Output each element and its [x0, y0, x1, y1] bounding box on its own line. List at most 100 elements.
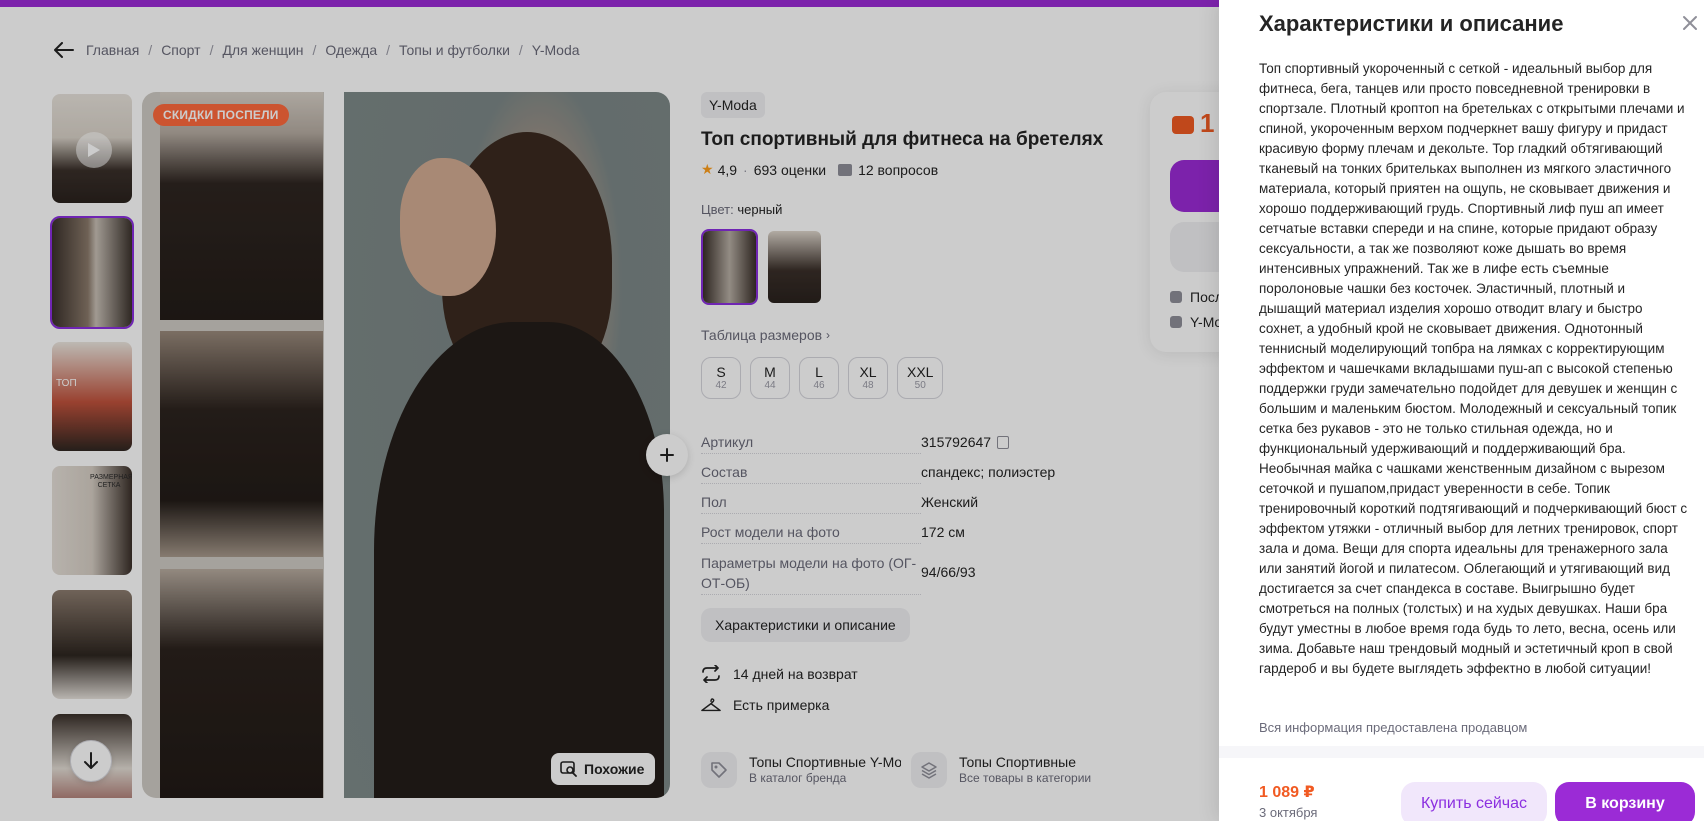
related-links: Топы Спортивные Y-Moda В каталог бренда …: [701, 752, 1121, 788]
similar-button[interactable]: Похожие: [551, 753, 656, 785]
collage-photo-side: [160, 569, 323, 798]
store-icon: [1170, 316, 1182, 328]
color-swatch-selected[interactable]: [701, 229, 758, 305]
description-button[interactable]: Характеристики и описание: [701, 608, 910, 642]
swatch-image: [703, 231, 756, 303]
brand-catalog-title: Топы Спортивные Y-Moda: [749, 754, 901, 770]
brand-catalog-card[interactable]: Топы Спортивные Y-Moda В каталог бренда: [701, 752, 911, 788]
return-icon: [701, 664, 721, 684]
color-swatch[interactable]: [766, 229, 823, 305]
seller-note: Вся информация предоставлена продавцом: [1259, 720, 1528, 735]
product-title: Топ спортивный для фитнеса на бретелях: [701, 129, 1104, 150]
rating-separator: ·: [743, 161, 748, 178]
breadcrumb-brand[interactable]: Y-Moda: [532, 42, 580, 58]
feature-fitting-text: Есть примерка: [733, 697, 830, 713]
breadcrumb-tops[interactable]: Топы и футболки: [399, 42, 510, 58]
category-title: Топы Спортивные: [959, 754, 1076, 770]
drawer-divider: [1219, 746, 1704, 758]
breadcrumb-separator: /: [386, 42, 391, 58]
brand-chip[interactable]: Y-Moda: [701, 92, 765, 118]
breadcrumb-clothing[interactable]: Одежда: [325, 42, 377, 58]
chevron-right-icon: ›: [826, 328, 831, 342]
wallet-icon: [1172, 116, 1194, 134]
breadcrumb: Главная / Спорт / Для женщин / Одежда / …: [52, 38, 580, 62]
thumbnail-image: [52, 218, 132, 327]
color-label-key: Цвет:: [701, 202, 734, 217]
category-card[interactable]: Топы Спортивные Все товары в категории: [911, 752, 1121, 788]
thumbnail-video[interactable]: [50, 92, 134, 205]
feature-return-text: 14 дней на возврат: [733, 666, 858, 682]
spec-value: 172 см: [921, 524, 965, 540]
breadcrumb-sport[interactable]: Спорт: [161, 42, 200, 58]
spec-label: Артикул: [701, 433, 921, 454]
size-table-link[interactable]: Таблица размеров ›: [701, 327, 1121, 343]
arrow-left-icon[interactable]: [52, 38, 76, 62]
size-option-m[interactable]: M 44: [750, 357, 790, 399]
sale-badge: СКИДКИ ПОСПЕЛИ: [153, 104, 289, 126]
description-drawer: Характеристики и описание Топ спортивный…: [1219, 0, 1704, 821]
layers-icon: [911, 752, 947, 788]
thumbnail-image: [52, 342, 132, 451]
photo-model-face: [400, 158, 496, 296]
spec-value: 315792647: [921, 433, 1010, 452]
breadcrumb-separator: /: [209, 42, 214, 58]
rating-row: ★ 4,9 · 693 оценки 12 вопросов: [701, 161, 1121, 178]
tag-icon: [701, 752, 737, 788]
drawer-footer: 1 089 ₽ 3 октября Купить сейчас В корзин…: [1219, 758, 1704, 821]
brand-catalog-text: Топы Спортивные Y-Moda В каталог бренда: [749, 754, 901, 786]
size-option-xl[interactable]: XL 48: [848, 357, 888, 399]
thumbnail-caption: ТОП: [56, 378, 77, 389]
size-table-label: Таблица размеров: [701, 327, 823, 343]
spec-label: Пол: [701, 493, 921, 514]
size-name: XL: [859, 364, 877, 380]
plus-icon: [660, 448, 674, 462]
breadcrumb-home[interactable]: Главная: [86, 42, 139, 58]
breadcrumb-separator: /: [312, 42, 317, 58]
size-code: 50: [914, 380, 926, 391]
hanger-icon: [701, 695, 721, 715]
star-icon: ★: [701, 161, 714, 177]
thumbnail[interactable]: РАЗМЕРНАЯ СЕТКА: [50, 464, 134, 577]
spec-label: Рост модели на фото: [701, 523, 921, 544]
spec-composition: Состав спандекс; полиэстер: [701, 463, 1121, 484]
spec-model-height: Рост модели на фото 172 см: [701, 523, 1121, 544]
delivery-date: 3 октября: [1259, 805, 1318, 820]
price-card-line-text: Y-Mo: [1190, 314, 1223, 330]
spec-value: Женский: [921, 494, 979, 510]
close-icon[interactable]: [1679, 12, 1701, 34]
search-image-icon: [560, 761, 578, 777]
product-gallery[interactable]: СКИДКИ ПОСПЕЛИ Похожие: [142, 92, 670, 798]
photo-model-top: [374, 322, 664, 798]
feature-fitting: Есть примерка: [701, 695, 1121, 715]
size-code: 44: [764, 380, 776, 391]
buy-now-button[interactable]: Купить сейчас: [1401, 782, 1547, 821]
reviews-link[interactable]: 693 оценки: [754, 162, 826, 178]
size-option-l[interactable]: L 46: [799, 357, 839, 399]
spec-gender: Пол Женский: [701, 493, 1121, 514]
product-page: Главная / Спорт / Для женщин / Одежда / …: [0, 0, 1704, 821]
gallery-next-button[interactable]: [646, 434, 688, 476]
thumbnail-strip: ТОП РАЗМЕРНАЯ СЕТКА: [50, 92, 134, 798]
swatch-image: [768, 231, 821, 303]
spec-article: Артикул 315792647: [701, 433, 1121, 454]
collage-photo-front: [160, 92, 323, 320]
size-option-xxl[interactable]: XXL 50: [897, 357, 944, 399]
questions-link[interactable]: 12 вопросов: [858, 162, 938, 178]
thumbnails-scroll-down-button[interactable]: [70, 740, 112, 782]
thumbnail-selected[interactable]: [50, 216, 134, 329]
brand-catalog-subtitle: В каталог бренда: [749, 771, 847, 785]
gallery-collage: [142, 92, 324, 798]
thumbnail-image: [52, 590, 132, 699]
size-name: S: [716, 364, 726, 380]
add-to-cart-button[interactable]: В корзину: [1555, 782, 1695, 821]
breadcrumb-women[interactable]: Для женщин: [222, 42, 303, 58]
copy-icon[interactable]: [997, 436, 1010, 449]
size-code: 42: [715, 380, 727, 391]
thumbnail[interactable]: [50, 588, 134, 701]
arrow-down-icon: [84, 752, 98, 769]
thumbnail[interactable]: ТОП: [50, 340, 134, 453]
size-option-s[interactable]: S 42: [701, 357, 741, 399]
feature-return: 14 дней на возврат: [701, 664, 1121, 684]
spec-value: 94/66/93: [921, 564, 976, 580]
color-swatches: [701, 229, 1121, 305]
